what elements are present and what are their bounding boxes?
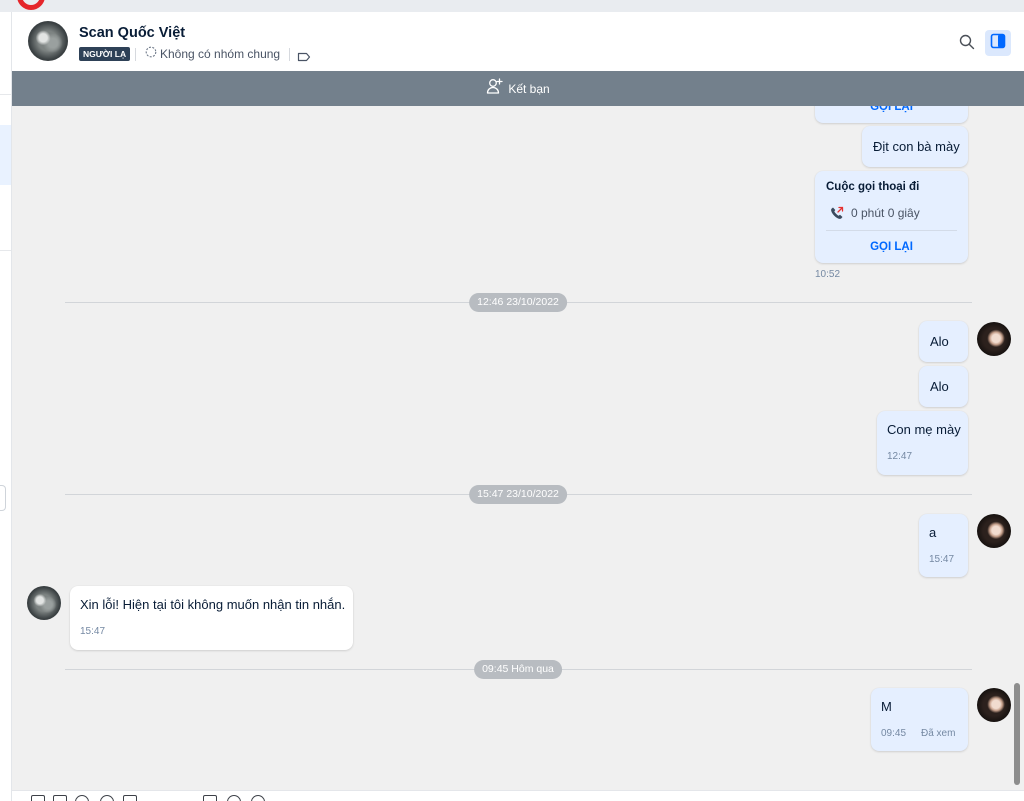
list-button-edge[interactable] xyxy=(0,485,6,511)
list-divider xyxy=(0,94,11,95)
panel-toggle-button[interactable] xyxy=(985,30,1011,56)
outgoing-call-icon xyxy=(830,206,844,220)
attach-icon[interactable] xyxy=(75,795,89,801)
contact-avatar[interactable] xyxy=(27,586,61,620)
sent-message[interactable]: Con mẹ mày 12:47 xyxy=(877,411,968,475)
sent-message[interactable]: M 09:45 Đã xem xyxy=(871,688,968,751)
active-conversation-item[interactable] xyxy=(0,125,11,185)
common-groups-label: Không có nhóm chung xyxy=(160,47,281,61)
date-separator: 15:47 23/10/2022 xyxy=(469,485,567,504)
message-list[interactable]: GỌI LẠI Địt con bà mày Cuộc gọi thoại đi… xyxy=(12,106,1024,790)
search-icon[interactable] xyxy=(959,34,975,50)
date-separator: 09:45 Hôm qua xyxy=(474,660,562,679)
scrollbar-thumb[interactable] xyxy=(1014,683,1020,785)
sticker-icon[interactable] xyxy=(31,795,45,801)
contact-name[interactable]: Scan Quốc Việt xyxy=(79,23,185,43)
date-separator: 12:46 23/10/2022 xyxy=(469,293,567,312)
message-time: 09:45 xyxy=(881,728,907,739)
received-message[interactable]: Xin lỗi! Hiện tại tôi không muốn nhận ti… xyxy=(70,586,353,650)
header-divider xyxy=(289,48,290,61)
more-icon[interactable] xyxy=(251,795,265,801)
call-back-button[interactable]: GỌI LẠI xyxy=(815,240,968,254)
message-time: 15:47 xyxy=(929,554,955,565)
my-avatar[interactable] xyxy=(977,688,1011,722)
composer-toolbar xyxy=(12,790,1024,801)
group-dashed-circle-icon xyxy=(145,45,157,63)
call-duration: 0 phút 0 giây xyxy=(851,206,920,220)
app-logo-icon xyxy=(17,0,45,10)
sent-message[interactable]: Alo xyxy=(919,321,968,362)
call-title: Cuộc gọi thoại đi xyxy=(826,181,920,193)
contact-avatar[interactable] xyxy=(28,21,68,61)
list-divider xyxy=(0,250,11,251)
message-text: Xin lỗi! Hiện tại tôi không muốn nhận ti… xyxy=(80,597,346,612)
stranger-badge: NGƯỜI LẠ xyxy=(79,47,131,61)
add-friend-button[interactable]: Kết bạn xyxy=(486,71,550,106)
message-time: 10:52 xyxy=(815,269,841,280)
chat-header: Scan Quốc Việt NGƯỜI LẠ Không có nhóm ch… xyxy=(12,12,1024,71)
common-groups[interactable]: Không có nhóm chung xyxy=(145,45,281,63)
emoji-icon[interactable] xyxy=(227,795,241,801)
add-friend-bar: Kết bạn xyxy=(12,71,1024,106)
header-divider xyxy=(135,48,136,61)
call-card: Cuộc gọi thoại đi 0 phút 0 giây GỌI LẠI xyxy=(815,171,968,263)
conversation-list-edge xyxy=(0,12,12,801)
message-time: 15:47 xyxy=(80,626,106,637)
panel-toggle-icon xyxy=(990,33,1006,54)
message-text: Con mẹ mày xyxy=(887,422,961,437)
my-avatar[interactable] xyxy=(977,514,1011,548)
window-top-strip xyxy=(0,0,1024,12)
screenshot-icon[interactable] xyxy=(100,795,114,801)
call-card-divider xyxy=(826,230,957,231)
my-avatar[interactable] xyxy=(977,322,1011,356)
call-back-button[interactable]: GỌI LẠI xyxy=(815,106,968,114)
message-time: 12:47 xyxy=(887,451,913,462)
sent-message[interactable]: Alo xyxy=(919,366,968,407)
message-text: a xyxy=(929,525,937,540)
add-friend-label: Kết bạn xyxy=(508,81,550,96)
message-text: M xyxy=(881,699,892,714)
seen-status: Đã xem xyxy=(921,728,956,739)
tag-icon[interactable] xyxy=(297,49,311,62)
format-icon[interactable] xyxy=(203,795,217,801)
call-card: GỌI LẠI xyxy=(815,106,968,123)
image-icon[interactable] xyxy=(53,795,67,801)
contact-card-icon[interactable] xyxy=(123,795,137,801)
sent-message[interactable]: a 15:47 xyxy=(919,514,968,577)
add-user-icon xyxy=(486,78,503,99)
sent-message[interactable]: Địt con bà mày xyxy=(862,126,968,167)
